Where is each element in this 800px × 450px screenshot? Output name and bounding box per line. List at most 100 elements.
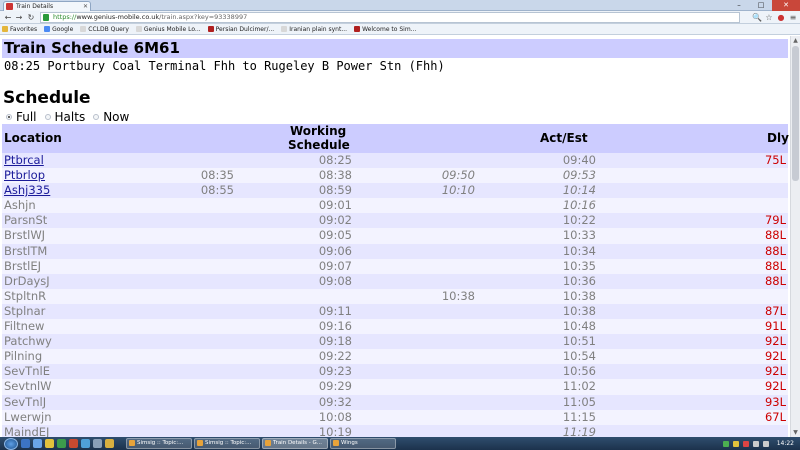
cell-actual-departure: 10:36 [562,273,596,288]
app-icon [333,440,339,446]
window-controls: – □ ✕ [728,0,800,11]
location-link[interactable]: Ptbrcal [4,153,44,167]
start-button[interactable] [4,437,18,450]
table-row: SevTnlJ 09:32 11:05 93L [2,394,788,410]
page-scrollbar[interactable]: ▲ ▼ [790,36,800,437]
header-location: Location [4,131,62,145]
schedule-table: Location Working Schedule Act/Est Dly Pt… [2,124,789,437]
table-row: BrstlTM 09:06 10:34 88L [2,243,788,259]
bookmarks-bar: Favorites Google CCLDB Query Genius Mobi… [0,24,800,35]
view-option-halts[interactable]: Halts [44,110,85,124]
zoom-icon[interactable]: 🔍 [752,12,762,23]
app-icon[interactable] [93,439,102,448]
taskbar-task[interactable]: Simsig :: Topic:... [126,438,192,449]
ie-icon[interactable] [33,439,42,448]
folder-icon[interactable] [45,439,54,448]
task-label: Simsig :: Topic:... [137,440,184,446]
cell-working-schedule: 09:05 [318,228,352,243]
app-icon[interactable] [81,439,90,448]
cell-location[interactable]: Ptbrlop [4,168,45,183]
scroll-up-icon[interactable]: ▲ [791,36,800,45]
bookmark-favorites[interactable]: Favorites [2,26,37,33]
cell-location: Ashjn [4,198,36,213]
cell-working-schedule: 09:29 [318,379,352,394]
header-act-est: Act/Est [540,131,588,145]
header-working: Working [290,124,347,138]
task-label: Simsig :: Topic:... [205,440,252,446]
close-window-button[interactable]: ✕ [772,0,800,11]
cell-actual-departure: 11:19 [562,424,596,437]
cell-actual-departure: 10:14 [562,183,596,198]
media-icon[interactable] [57,439,66,448]
location-link[interactable]: Ptbrlop [4,168,45,182]
app-icon[interactable] [105,439,114,448]
cell-actual-departure: 10:22 [562,213,596,228]
network-icon[interactable] [752,440,759,447]
view-option-full[interactable]: Full [6,110,37,124]
cell-actual-departure: 10:33 [562,228,596,243]
cell-working-schedule: 09:16 [318,319,352,334]
cell-actual-departure: 11:02 [562,379,596,394]
explorer-icon[interactable] [21,439,30,448]
google-icon [44,26,51,32]
task-label: Wings [341,440,358,446]
bookmark-star-icon[interactable]: ☆ [764,12,774,23]
site-icon [207,26,214,32]
taskbar-task[interactable]: Simsig :: Topic:... [194,438,260,449]
menu-icon[interactable]: ≡ [788,12,798,23]
bookmark-welcome-to-sim[interactable]: Welcome to Sim... [354,26,416,33]
cell-actual-departure: 10:34 [562,243,596,258]
scrollbar-thumb[interactable] [792,46,799,181]
cell-delay: 67L [764,409,786,424]
cell-location: Patchwy [4,334,52,349]
radio-full[interactable] [6,114,12,120]
extension-icon[interactable]: ● [776,12,786,23]
tray-icon[interactable] [732,440,739,447]
task-label: Train Details - G... [273,440,323,446]
bookmark-ccldb-query[interactable]: CCLDB Query [80,26,129,33]
scroll-down-icon[interactable]: ▼ [791,428,800,437]
radio-now[interactable] [93,114,100,120]
table-row: MaindEJ 10:19 11:19 [2,424,788,437]
app-icon [129,440,135,446]
tray-icon[interactable] [722,440,729,447]
tab-train-details[interactable]: Train Details ✕ [3,1,91,11]
tab-bar: Train Details ✕ – □ ✕ [0,0,800,11]
page-icon [281,26,288,32]
table-row: Filtnew 09:16 10:48 91L [2,319,788,335]
url-path: /train.aspx?key=93338997 [159,13,248,21]
cell-working-schedule: 09:02 [318,213,352,228]
cell-location: BrstlWJ [4,228,46,243]
back-arrow-icon[interactable]: ← [3,12,13,23]
view-option-now[interactable]: Now [93,110,129,124]
cell-location: StpltnR [4,288,47,303]
cell-scheduled-arrival: 08:35 [200,168,234,183]
taskbar-clock: 14:22 [776,440,794,447]
app-icon[interactable] [69,439,78,448]
volume-icon[interactable] [762,440,769,447]
bookmark-genius-mobile[interactable]: Genius Mobile Lo... [135,26,201,33]
bookmark-iranian-plain[interactable]: Iranian plain synt... [281,26,347,33]
tray-icon[interactable] [742,440,749,447]
reload-icon[interactable]: ↻ [26,12,36,23]
cell-actual-departure: 10:51 [562,334,596,349]
table-row: Patchwy 09:18 10:51 92L [2,334,788,350]
cell-location[interactable]: Ptbrcal [4,153,44,168]
cell-location: BrstlEJ [4,258,41,273]
taskbar-task[interactable]: Train Details - G... [262,438,328,449]
maximize-button[interactable]: □ [750,0,772,11]
folder-icon [2,26,8,32]
bookmark-google[interactable]: Google [44,26,73,33]
cell-actual-departure: 10:35 [562,258,596,273]
table-row: SevTnlE 09:23 10:56 92L [2,364,788,380]
cell-location[interactable]: Ashj335 [4,183,50,198]
location-link[interactable]: Ashj335 [4,183,50,197]
url-input[interactable]: https://www.genius-mobile.co.uk/train.as… [40,12,740,23]
bookmark-persian-dulcimer[interactable]: Persian Dulcimer/... [207,26,274,33]
cell-working-schedule: 09:06 [318,243,352,258]
forward-arrow-icon[interactable]: → [14,12,24,23]
minimize-button[interactable]: – [728,0,750,11]
taskbar-task[interactable]: Wings [330,438,396,449]
radio-halts[interactable] [44,114,51,120]
tab-close-icon[interactable]: ✕ [83,2,88,11]
